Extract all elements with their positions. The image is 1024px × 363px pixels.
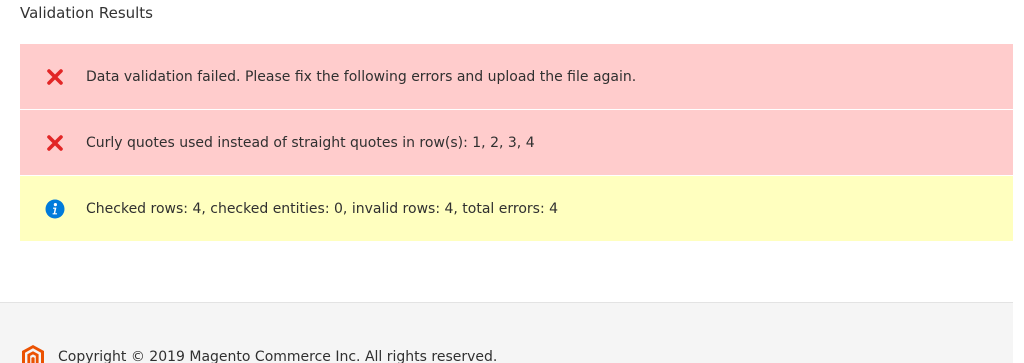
- error-x-icon: [45, 67, 65, 87]
- error-message: Data validation failed. Please fix the f…: [20, 44, 1013, 110]
- copyright-text: Copyright © 2019 Magento Commerce Inc. A…: [58, 349, 498, 363]
- magento-logo-icon[interactable]: [22, 345, 44, 363]
- error-x-icon: [45, 133, 65, 153]
- messages-list: Data validation failed. Please fix the f…: [20, 44, 1013, 241]
- info-icon: [45, 199, 65, 219]
- footer-content: Copyright © 2019 Magento Commerce Inc. A…: [22, 345, 497, 363]
- info-message-text: Checked rows: 4, checked entities: 0, in…: [86, 200, 559, 217]
- footer: Copyright © 2019 Magento Commerce Inc. A…: [0, 302, 1013, 363]
- section-title: Validation Results: [20, 4, 154, 22]
- error-message: Curly quotes used instead of straight qu…: [20, 110, 1013, 176]
- info-message: Checked rows: 4, checked entities: 0, in…: [20, 176, 1013, 241]
- error-message-text: Data validation failed. Please fix the f…: [86, 68, 637, 85]
- error-message-text: Curly quotes used instead of straight qu…: [86, 134, 535, 151]
- validation-page: Validation Results Data validation faile…: [0, 0, 1024, 363]
